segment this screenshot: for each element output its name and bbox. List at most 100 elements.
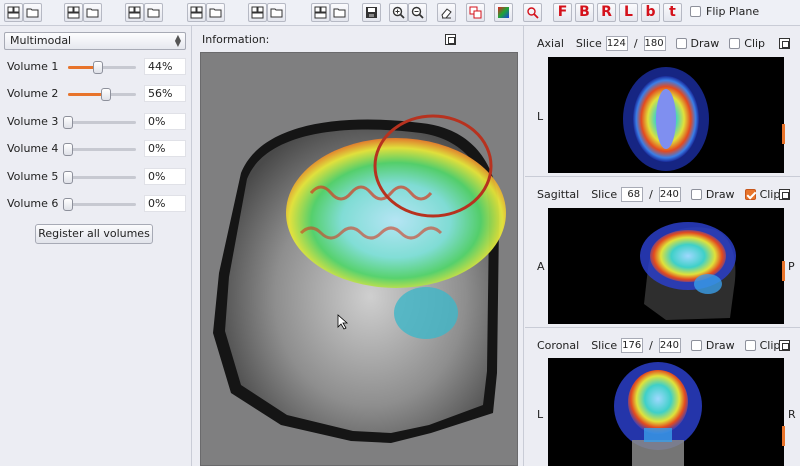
volume-slider[interactable]: [63, 171, 136, 184]
sagittal-slice-marker[interactable]: [782, 261, 785, 281]
panel-name: Sagittal: [537, 188, 580, 201]
volume-label: Volume 1: [7, 60, 59, 73]
slice-total: 240: [658, 338, 681, 353]
clip-checkbox[interactable]: [744, 189, 756, 200]
slider-thumb[interactable]: [63, 143, 73, 156]
draw-checkbox[interactable]: [675, 38, 687, 49]
draw-checkbox[interactable]: [690, 189, 702, 200]
coronal-panel: Coronal Slice 176 / 240 Draw Clip L R: [525, 328, 800, 466]
layout-6-icon[interactable]: [311, 3, 330, 22]
volume-slider[interactable]: [63, 143, 136, 156]
open-folder-icon[interactable]: [23, 3, 42, 22]
volume-label: Volume 6: [7, 197, 59, 210]
orientation-left-label: L: [537, 408, 544, 421]
slice-input[interactable]: 124: [605, 36, 628, 51]
volume-value[interactable]: 0%: [144, 113, 186, 130]
open-folder-icon[interactable]: [330, 3, 349, 22]
color-letter-b-lower-button[interactable]: b: [641, 3, 660, 22]
draw-toggle[interactable]: Draw: [690, 188, 735, 201]
layout-4-icon[interactable]: [187, 3, 206, 22]
draw-toggle[interactable]: Draw: [690, 339, 735, 352]
slider-thumb[interactable]: [63, 171, 73, 184]
clip-toggle[interactable]: Clip: [744, 188, 780, 201]
volume-row: Volume 6 0%: [0, 194, 192, 214]
mode-select-value: Multimodal: [10, 34, 72, 47]
slider-thumb[interactable]: [63, 198, 73, 211]
pan-icon[interactable]: [779, 189, 790, 200]
draw-label: Draw: [705, 339, 735, 352]
open-folder-icon[interactable]: [267, 3, 286, 22]
orientation-left-label: A: [537, 260, 545, 273]
fused-brain-image: [213, 114, 506, 443]
open-folder-icon[interactable]: [206, 3, 225, 22]
layout-3-icon[interactable]: [125, 3, 144, 22]
orthogonal-views: Axial Slice 124 / 180 Draw Clip L Sagitt…: [525, 26, 800, 466]
draw-label: Draw: [705, 188, 735, 201]
slice-label: Slice: [591, 188, 618, 201]
slice-input[interactable]: 176: [621, 338, 644, 353]
slice-separator: /: [649, 339, 653, 352]
toolbar: F B R L b t Flip Plane: [0, 0, 800, 26]
volume-slider[interactable]: [63, 116, 136, 129]
color-letter-f-button[interactable]: F: [553, 3, 572, 22]
slice-input[interactable]: 68: [621, 187, 644, 202]
panel-name: Coronal: [537, 339, 580, 352]
volume-slider[interactable]: [63, 198, 136, 211]
slice-label: Slice: [591, 339, 618, 352]
draw-toggle[interactable]: Draw: [675, 37, 719, 50]
color-letter-b-button[interactable]: B: [575, 3, 594, 22]
flip-plane-checkbox[interactable]: [690, 6, 701, 17]
open-folder-icon[interactable]: [144, 3, 163, 22]
axial-brain-image: [623, 67, 709, 171]
volume-slider[interactable]: [68, 61, 136, 74]
axial-view[interactable]: [548, 57, 784, 173]
eraser-icon[interactable]: [437, 3, 456, 22]
main-sagittal-view[interactable]: [200, 52, 518, 466]
color-letter-l-button[interactable]: L: [619, 3, 638, 22]
volume-value[interactable]: 0%: [144, 140, 186, 157]
volume-panel: Multimodal ▲ ▼ Volume 1 44% Volume 2 56% …: [0, 26, 192, 466]
draw-checkbox[interactable]: [690, 340, 702, 351]
magnifier-icon[interactable]: [523, 3, 542, 22]
axial-slice-marker[interactable]: [782, 124, 785, 144]
information-panel: Information:: [193, 26, 524, 466]
open-folder-icon[interactable]: [83, 3, 102, 22]
volume-slider[interactable]: [68, 88, 136, 101]
color-copy-icon[interactable]: [466, 3, 485, 22]
clip-checkbox[interactable]: [729, 38, 741, 49]
layout-2-icon[interactable]: [64, 3, 83, 22]
mode-select[interactable]: Multimodal ▲ ▼: [4, 32, 186, 50]
flip-plane-toggle[interactable]: Flip Plane: [690, 5, 759, 18]
information-label: Information:: [202, 33, 270, 46]
clip-checkbox[interactable]: [744, 340, 756, 351]
sagittal-view[interactable]: [548, 208, 784, 324]
volume-value[interactable]: 56%: [144, 85, 186, 102]
clip-toggle[interactable]: Clip: [744, 339, 780, 352]
slider-thumb[interactable]: [92, 61, 103, 74]
zoom-out-icon[interactable]: [408, 3, 427, 22]
pan-icon[interactable]: [779, 38, 790, 49]
slider-thumb[interactable]: [63, 116, 73, 129]
zoom-in-icon[interactable]: [389, 3, 408, 22]
layout-5-icon[interactable]: [248, 3, 267, 22]
volume-value[interactable]: 0%: [144, 168, 186, 185]
volume-value[interactable]: 44%: [144, 58, 186, 75]
volume-row: Volume 3 0%: [0, 112, 192, 132]
layout-1-icon[interactable]: [4, 3, 23, 22]
color-gradient-icon[interactable]: [494, 3, 513, 22]
save-disk-icon[interactable]: [362, 3, 381, 22]
coronal-view[interactable]: [548, 358, 784, 466]
register-all-volumes-button[interactable]: Register all volumes: [35, 224, 153, 244]
color-letter-t-button[interactable]: t: [663, 3, 682, 22]
color-letter-r-button[interactable]: R: [597, 3, 616, 22]
maximize-view-icon[interactable]: [445, 34, 456, 45]
slice-total: 180: [643, 36, 666, 51]
slice-separator: /: [649, 188, 653, 201]
slider-thumb[interactable]: [101, 88, 112, 101]
coronal-header: Coronal Slice 176 / 240 Draw Clip: [537, 338, 780, 353]
slice-label: Slice: [575, 37, 602, 50]
coronal-slice-marker[interactable]: [782, 426, 785, 446]
pan-icon[interactable]: [779, 340, 790, 351]
clip-toggle[interactable]: Clip: [729, 37, 765, 50]
volume-value[interactable]: 0%: [144, 195, 186, 212]
